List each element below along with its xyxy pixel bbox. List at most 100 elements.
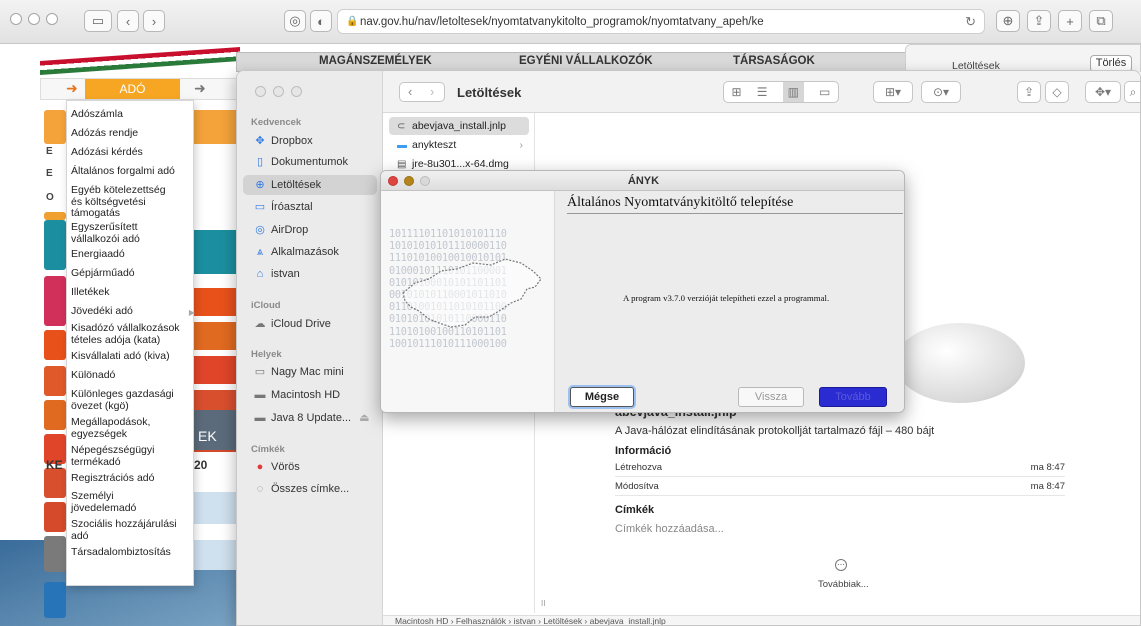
window-minimize-button[interactable] — [28, 13, 40, 25]
sidebar-item-mac-mini[interactable]: ▭ Nagy Mac mini — [243, 362, 377, 382]
add-tags-field[interactable]: Címkék hozzáadása... — [615, 523, 724, 535]
menu-item[interactable]: Adózási kérdés — [71, 146, 193, 159]
dialog-heading: Általános Nyomtatványkitöltő telepítése — [567, 195, 794, 210]
plus-icon: + — [1066, 13, 1074, 29]
menu-item[interactable]: Különleges gazdasági övezet (kgö) — [71, 388, 183, 412]
dialog-titlebar: ÁNYK — [381, 171, 904, 191]
menu-item[interactable]: Különadó — [71, 369, 193, 382]
sidebar-item-dropbox[interactable]: ✥ Dropbox — [243, 131, 377, 151]
reader-button[interactable]: ◎ — [284, 10, 306, 32]
list-view-icon[interactable]: ☰ — [757, 85, 768, 99]
menu-item[interactable]: Adózás rendje — [71, 127, 193, 140]
red-tag-icon: ● — [256, 461, 264, 473]
new-tab-button[interactable]: + — [1058, 10, 1082, 32]
sidebar-item-airdrop[interactable]: ◎ AirDrop — [243, 220, 377, 240]
icon-view-icon[interactable]: ⊞ — [732, 85, 742, 99]
next-button[interactable]: Tovább — [819, 387, 887, 407]
nav-tarsasagok[interactable]: TÁRSASÁGOK — [733, 55, 815, 67]
nav-egyeni-vallalkozok[interactable]: EGYÉNI VÁLLALKOZÓK — [519, 55, 653, 67]
window-close-button[interactable] — [10, 13, 22, 25]
finder-minimize-button[interactable] — [273, 86, 284, 97]
sidebar-item-documents[interactable]: ▯ Dokumentumok — [243, 152, 377, 172]
view-mode-group[interactable]: ⊞ ☰ ▥ ▭ — [723, 81, 839, 103]
created-value: ma 8:47 — [1030, 462, 1065, 473]
arrow-right-orange-icon[interactable]: ➜ — [66, 80, 78, 97]
menu-item[interactable]: Kisadózó vállalkozások tételes adója (ka… — [71, 322, 193, 346]
modified-label: Módosítva — [615, 481, 659, 492]
tag-button[interactable]: ◇ — [1045, 81, 1069, 103]
menu-item[interactable]: Személyi jövedelemadó — [71, 490, 151, 514]
downloads-button[interactable]: ⊕ — [996, 10, 1020, 32]
disk-icon: ▬ — [254, 389, 266, 401]
menu-item[interactable]: Általános forgalmi adó — [71, 165, 193, 178]
menu-item[interactable]: Egyéb kötelezettség és költségvetési tám… — [71, 184, 179, 220]
finder-nav-buttons[interactable]: ‹ › — [399, 82, 445, 102]
tags-icon: ◌ — [256, 483, 264, 495]
menu-item[interactable]: Adószámla — [71, 108, 193, 121]
folder-item[interactable]: ▬ anykteszt › — [389, 136, 529, 154]
menu-item[interactable]: Energiaadó — [71, 248, 193, 261]
sidebar-item-java-volume[interactable]: ▬ Java 8 Update... ⏏ — [243, 408, 377, 428]
window-zoom-button[interactable] — [46, 13, 58, 25]
menu-item[interactable]: Illetékek — [71, 286, 193, 299]
sidebar-item-label: Összes címke... — [271, 483, 350, 495]
more-circle-icon[interactable]: ⋯ — [835, 559, 847, 571]
search-button[interactable]: ⌕ — [1124, 81, 1140, 103]
back-button[interactable]: ‹ — [117, 10, 139, 32]
sidebar-item-label: Dokumentumok — [271, 156, 349, 168]
menu-item[interactable]: Jövedéki adó ▶ — [71, 305, 195, 318]
sidebar-item-label: Íróasztal — [271, 201, 313, 213]
back-button[interactable]: Vissza — [738, 387, 804, 407]
file-name: anykteszt — [412, 139, 457, 151]
sidebar-item-label: Letöltések — [271, 179, 322, 191]
column-view-icon[interactable]: ▥ — [782, 82, 804, 102]
finder-close-button[interactable] — [255, 86, 266, 97]
menu-item[interactable]: Megállapodások, egyezségek — [71, 416, 171, 440]
cancel-button[interactable]: Mégse — [570, 387, 634, 407]
sidebar-item-label: istvan — [271, 268, 300, 280]
sidebar-item-icloud-drive[interactable]: ☁ iCloud Drive — [243, 314, 377, 334]
finder-zoom-button[interactable] — [291, 86, 302, 97]
share-button[interactable]: ⇪ — [1017, 81, 1041, 103]
chevron-left-icon[interactable]: ‹ — [408, 84, 412, 99]
chevron-right-icon[interactable]: › — [430, 84, 434, 99]
menu-item[interactable]: Gépjárműadó — [71, 267, 193, 280]
menu-item[interactable]: Társadalombiztosítás — [71, 546, 193, 559]
sidebar-item-tag-red[interactable]: ● Vörös — [243, 457, 377, 477]
menu-item[interactable]: Népegészségügyi termékadó — [71, 444, 171, 468]
menu-item[interactable]: Kisvállalati adó (kiva) — [71, 350, 193, 363]
tab-overview-button[interactable]: ⧉ — [1089, 10, 1113, 32]
sidebar-item-home[interactable]: ⌂ istvan — [243, 264, 377, 284]
preview-created-row: Létrehozva ma 8:47 — [615, 459, 1065, 477]
sidebar-item-applications[interactable]: ⩓ Alkalmazások — [243, 242, 377, 262]
gallery-view-icon[interactable]: ▭ — [819, 85, 830, 99]
eject-icon[interactable]: ⏏ — [359, 412, 369, 424]
sidebar-item-label: Alkalmazások — [271, 246, 339, 258]
more-button[interactable]: Továbbiak... — [818, 579, 869, 590]
dropbox-button[interactable]: ✥▾ — [1085, 81, 1121, 103]
sidebar-toggle-button[interactable]: ▭ — [84, 10, 112, 32]
disk-icon: ▬ — [254, 412, 266, 424]
file-item[interactable]: ⊂ abevjava_install.jnlp — [389, 117, 529, 135]
reload-icon[interactable]: ↻ — [965, 14, 976, 30]
sidebar-item-downloads[interactable]: ⊕ Letöltések — [243, 175, 377, 195]
preview-modified-row: Módosítva ma 8:47 — [615, 478, 1065, 496]
menu-item[interactable]: Regisztrációs adó — [71, 472, 193, 485]
forward-button[interactable]: › — [143, 10, 165, 32]
address-bar[interactable]: 🔒 nav.gov.hu/nav/letoltesek/nyomtatvanyk… — [337, 9, 985, 34]
shield-button[interactable]: ◐ — [310, 10, 332, 32]
dropbox-icon: ✥▾ — [1094, 85, 1112, 99]
share-button[interactable]: ⇪ — [1027, 10, 1051, 32]
menu-item[interactable]: Szociális hozzájárulási adó — [71, 518, 183, 542]
column-resize-handle[interactable]: II — [541, 599, 545, 608]
arrow-right-grey-icon[interactable]: ➜ — [194, 80, 206, 97]
sidebar-item-macintosh-hd[interactable]: ▬ Macintosh HD — [243, 385, 377, 405]
nav-maganszemelyek[interactable]: MAGÁNSZEMÉLYEK — [319, 55, 432, 67]
menu-item[interactable]: Egyszerűsített vállalkozói adó — [71, 221, 179, 245]
ado-tab[interactable]: ADÓ — [85, 79, 180, 99]
group-by-button[interactable]: ⊞▾ — [873, 81, 913, 103]
sidebar-item-desktop[interactable]: ▭ Íróasztal — [243, 197, 377, 217]
document-icon: ▯ — [256, 156, 264, 168]
sidebar-item-all-tags[interactable]: ◌ Összes címke... — [243, 479, 377, 499]
action-button[interactable]: ⊙▾ — [921, 81, 961, 103]
